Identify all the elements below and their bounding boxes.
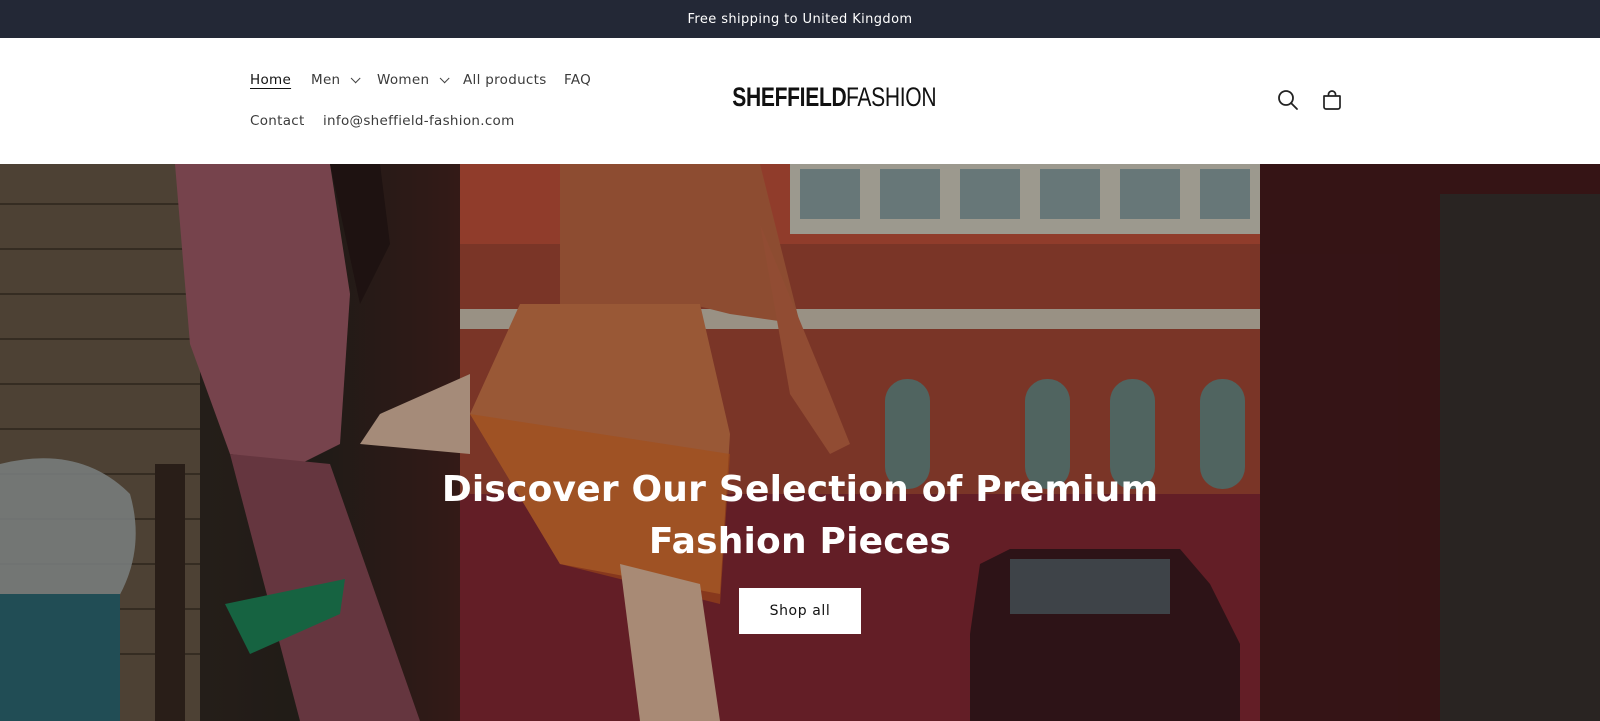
search-icon[interactable] <box>1276 88 1300 112</box>
site-logo[interactable]: SHEFFIELDFASHION <box>700 82 937 114</box>
hero-heading-line1: Discover Our Selection of Premium <box>441 469 1159 510</box>
hero-heading-line2: Fashion Pieces <box>648 521 952 562</box>
nav-men-label: Men <box>311 72 341 88</box>
nav-email-link[interactable]: info@sheffield-fashion.com <box>323 113 515 129</box>
logo-light-text: FASHION <box>846 82 937 112</box>
announcement-text: Free shipping to United Kingdom <box>687 11 913 27</box>
nav-faq[interactable]: FAQ <box>564 72 591 88</box>
hero-overlay <box>0 164 1600 721</box>
nav-all-products[interactable]: All products <box>463 72 547 88</box>
nav-women-label: Women <box>377 72 430 88</box>
chevron-down-icon <box>351 73 361 84</box>
nav-men[interactable]: Men <box>311 72 361 88</box>
hero-heading: Discover Our Selection of Premium Fashio… <box>420 464 1180 568</box>
cart-icon[interactable] <box>1320 88 1344 112</box>
hero-banner: Discover Our Selection of Premium Fashio… <box>0 164 1600 721</box>
site-header: Home Men Women All products FAQ Contact … <box>0 38 1600 164</box>
nav-home[interactable]: Home <box>250 72 291 88</box>
shop-all-button[interactable]: Shop all <box>739 588 861 634</box>
announcement-bar: Free shipping to United Kingdom <box>0 0 1600 38</box>
logo-strong-text: SHEFFIELD <box>732 82 847 112</box>
nav-contact[interactable]: Contact <box>250 113 305 129</box>
nav-women[interactable]: Women <box>377 72 450 88</box>
chevron-down-icon <box>440 73 450 84</box>
